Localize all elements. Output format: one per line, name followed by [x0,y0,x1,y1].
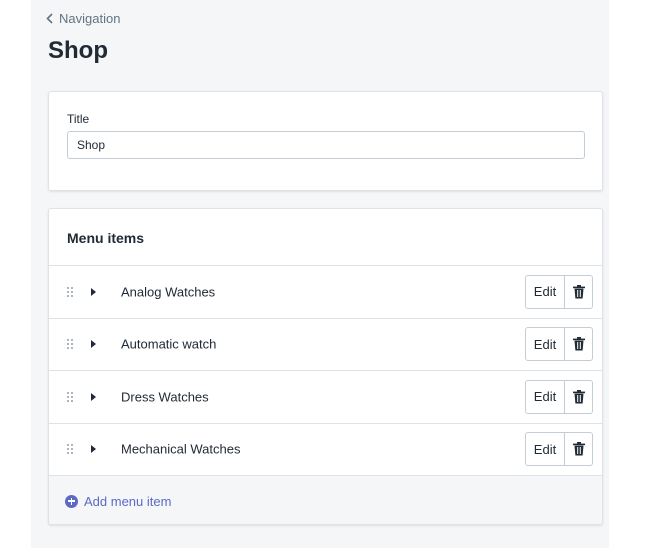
menu-item-label: Mechanical Watches [121,441,241,457]
menu-item-actions: Edit [525,274,593,309]
menu-items-card: Menu items Analog Watches Edit Automatic… [48,208,603,525]
menu-items-footer: Add menu item [49,476,602,524]
menu-item-actions: Edit [525,327,593,362]
menu-item-label: Analog Watches [121,284,216,300]
caret-right-icon[interactable] [91,287,96,296]
trash-icon [572,442,585,456]
menu-item-actions: Edit [525,379,593,414]
title-field-label: Title [67,112,90,126]
edit-button[interactable]: Edit [525,379,565,414]
delete-button[interactable] [565,379,593,414]
edit-button[interactable]: Edit [525,432,565,467]
plus-circle-icon [65,494,78,508]
delete-button[interactable] [565,327,593,362]
delete-button[interactable] [565,432,593,467]
edit-button[interactable]: Edit [525,327,565,362]
page-title: Shop [48,37,108,64]
drag-handle-icon[interactable] [67,286,74,297]
edit-button[interactable]: Edit [525,274,565,309]
chevron-left-icon [46,13,53,24]
breadcrumb-back-link[interactable]: Navigation [46,11,120,26]
add-menu-item-button[interactable]: Add menu item [65,494,171,509]
breadcrumb-label: Navigation [59,11,121,26]
add-menu-item-label: Add menu item [84,493,172,509]
caret-right-icon[interactable] [91,445,96,454]
caret-right-icon[interactable] [91,392,96,401]
drag-handle-icon[interactable] [67,339,74,350]
menu-item-label: Dress Watches [121,389,209,405]
menu-item-actions: Edit [525,432,593,467]
drag-handle-icon[interactable] [67,444,74,455]
trash-icon [572,389,585,404]
delete-button[interactable] [565,274,593,309]
trash-icon [572,284,585,299]
title-input[interactable] [67,131,585,159]
menu-items-heading: Menu items [67,230,145,246]
menu-item-row: Dress Watches Edit [49,371,602,424]
menu-item-row: Mechanical Watches Edit [49,424,602,476]
drag-handle-icon[interactable] [67,391,74,402]
menu-items-header: Menu items [49,209,602,266]
caret-right-icon[interactable] [91,340,96,349]
menu-item-label: Automatic watch [121,336,217,352]
menu-item-row: Analog Watches Edit [49,266,602,319]
trash-icon [572,337,585,351]
title-card: Title [48,91,603,191]
menu-item-row: Automatic watch Edit [49,319,602,371]
